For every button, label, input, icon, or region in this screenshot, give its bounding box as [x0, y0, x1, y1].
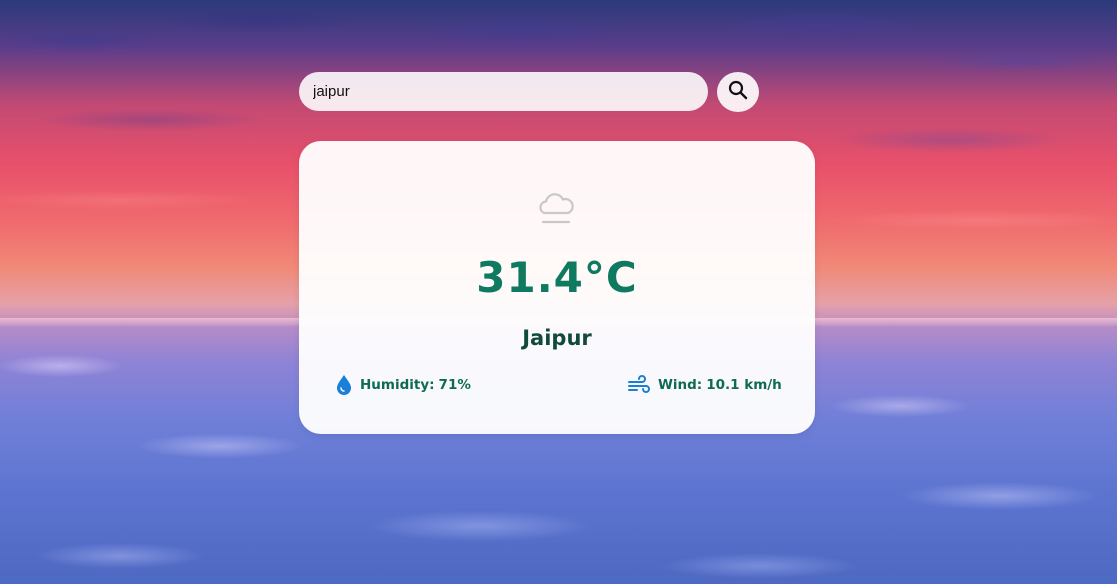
search-button[interactable] — [717, 72, 759, 112]
wind-detail: Wind: 10.1 km/h — [627, 373, 782, 397]
search-icon — [728, 80, 748, 104]
city-name: Jaipur — [522, 326, 592, 350]
weather-card: 31.4°C Jaipur Humidity: 71% Wind: 10.1 k… — [299, 141, 815, 434]
search-input[interactable] — [299, 72, 708, 111]
wind-label: Wind: — [658, 377, 703, 393]
temperature-value: 31.4°C — [476, 253, 638, 302]
water-drop-icon — [335, 374, 353, 396]
humidity-detail: Humidity: 71% — [335, 373, 471, 397]
wind-icon — [627, 375, 651, 395]
wind-value: 10.1 km/h — [706, 377, 782, 393]
humidity-value: 71% — [438, 377, 471, 393]
humidity-label: Humidity: — [360, 377, 435, 393]
cloud-fog-icon — [535, 189, 577, 229]
